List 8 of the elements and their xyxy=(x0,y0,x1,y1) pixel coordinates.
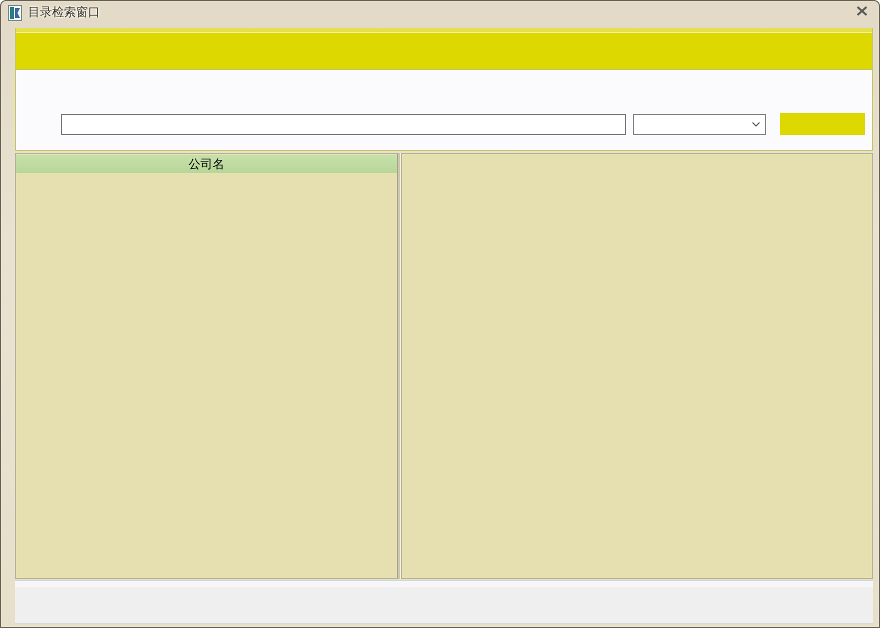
column-header[interactable]: 公司名 xyxy=(16,155,397,173)
close-icon[interactable] xyxy=(856,6,868,16)
window-title: 目录检索窗口 xyxy=(28,4,100,21)
dropdown-field[interactable] xyxy=(633,114,766,135)
app-icon xyxy=(8,4,22,20)
chevron-down-icon xyxy=(752,122,760,127)
search-field[interactable] xyxy=(61,114,626,135)
splitter-handle[interactable] xyxy=(397,153,401,579)
